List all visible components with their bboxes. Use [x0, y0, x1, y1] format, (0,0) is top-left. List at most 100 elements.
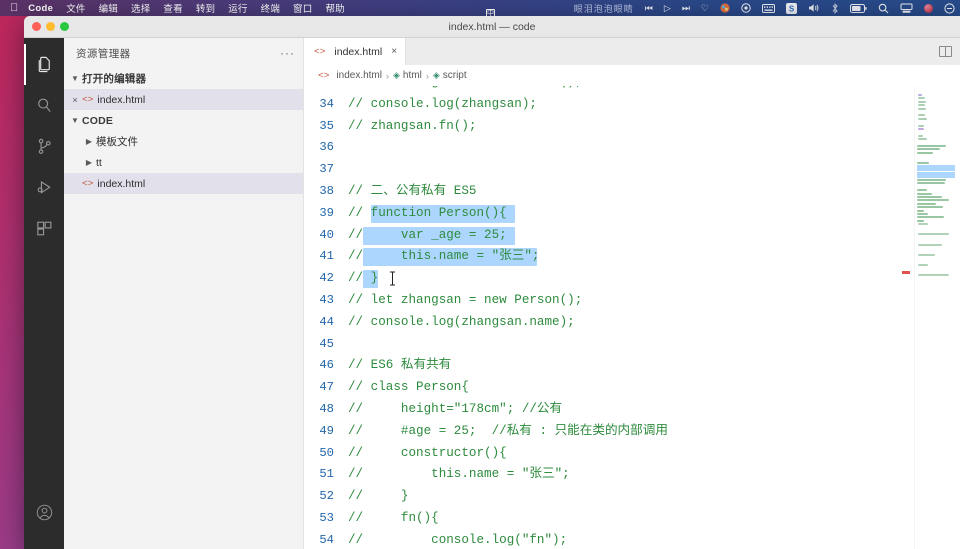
- spotlight-search-icon[interactable]: [878, 2, 889, 14]
- activity-bar: [24, 38, 64, 549]
- tree-item-file-index-html[interactable]: <> index.html: [64, 173, 303, 194]
- menubar-item-selection[interactable]: 选择: [131, 1, 150, 15]
- code-line[interactable]: 47 // class Person{: [304, 377, 900, 399]
- code-viewport[interactable]: 33// let zhangsan = new Person();34// co…: [304, 86, 900, 549]
- code-text[interactable]: // function Person(){: [348, 203, 515, 225]
- menubar-app-name[interactable]: Code: [28, 3, 53, 14]
- prev-track-icon[interactable]: ⏮: [645, 2, 653, 14]
- minimap[interactable]: [914, 86, 960, 549]
- code-line[interactable]: 49 // #age = 25; //私有 : 只能在类的内部调用: [304, 421, 900, 443]
- code-line[interactable]: 51 // this.name = "张三";: [304, 464, 900, 486]
- activitybar-item-account[interactable]: [24, 492, 64, 533]
- code-line[interactable]: 33// let zhangsan = new Person();: [304, 86, 900, 94]
- code-text[interactable]: // this.name = "张三";: [348, 464, 570, 486]
- code-editor[interactable]: 33// let zhangsan = new Person();34// co…: [304, 86, 960, 549]
- heart-icon[interactable]: ♡: [701, 2, 709, 14]
- activitybar-item-explorer[interactable]: [24, 44, 64, 85]
- close-editor-icon[interactable]: ×: [68, 95, 82, 105]
- code-line[interactable]: 39 // function Person(){: [304, 203, 900, 225]
- code-text[interactable]: // class Person{: [348, 377, 469, 399]
- code-line[interactable]: 43 // let zhangsan = new Person();: [304, 290, 900, 312]
- chevron-right-icon: ▶: [85, 158, 93, 167]
- code-text[interactable]: // }: [348, 268, 395, 290]
- screen-record-icon[interactable]: [741, 2, 751, 14]
- code-text[interactable]: // fn(){: [348, 508, 439, 530]
- display-icon[interactable]: [900, 2, 913, 14]
- explorer-more-actions-icon[interactable]: ···: [280, 47, 295, 59]
- split-editor-icon[interactable]: [939, 46, 952, 57]
- sogou-input-icon[interactable]: S: [786, 2, 797, 14]
- code-text[interactable]: // ES6 私有共有: [348, 355, 451, 377]
- minimap-line: [918, 233, 949, 236]
- activitybar-item-extensions[interactable]: [24, 208, 64, 249]
- tree-item-folder-templates[interactable]: ▶ 模板文件: [64, 131, 303, 152]
- code-line[interactable]: 52 // }: [304, 486, 900, 508]
- code-text[interactable]: // var _age = 25;: [348, 225, 515, 247]
- section-open-editors[interactable]: ▼ 打开的编辑器: [64, 68, 303, 89]
- bluetooth-icon[interactable]: [831, 2, 839, 14]
- code-line[interactable]: 38 // 二、公有私有 ES5: [304, 181, 900, 203]
- html-file-icon: <>: [318, 70, 330, 81]
- menubar-item-window[interactable]: 窗口: [293, 1, 312, 15]
- activitybar-item-source-control[interactable]: [24, 126, 64, 167]
- tab-index-html[interactable]: <> index.html ×: [304, 38, 407, 65]
- music-app-icon[interactable]: [720, 2, 730, 14]
- editor-scrollbar-decorations[interactable]: [900, 86, 914, 549]
- tree-item-folder-tt[interactable]: ▶ tt: [64, 152, 303, 173]
- next-track-icon[interactable]: ⏭: [682, 2, 690, 14]
- menubar-item-terminal[interactable]: 终端: [261, 1, 280, 15]
- activitybar-item-search[interactable]: [24, 85, 64, 126]
- breadcrumb-item-html[interactable]: ◈ html: [393, 70, 422, 81]
- play-icon[interactable]: ▷: [664, 2, 671, 14]
- code-text[interactable]: // let zhangsan = new Person();: [348, 86, 582, 94]
- breadcrumb-item-script[interactable]: ◈ script: [433, 70, 467, 81]
- code-text[interactable]: // constructor(){: [348, 443, 507, 465]
- code-text[interactable]: // console.log(zhangsan.name);: [348, 312, 575, 334]
- code-text[interactable]: // console.log(zhangsan);: [348, 94, 537, 116]
- code-line[interactable]: 46 // ES6 私有共有: [304, 355, 900, 377]
- battery-icon[interactable]: [850, 2, 867, 14]
- code-line[interactable]: 42 // }: [304, 268, 900, 290]
- code-line[interactable]: 48 // height="178cm"; //公有: [304, 399, 900, 421]
- code-lines[interactable]: 33// let zhangsan = new Person();34// co…: [304, 86, 900, 549]
- code-text[interactable]: // console.log("fn");: [348, 530, 567, 549]
- breadcrumb-item-file[interactable]: <> index.html: [318, 70, 382, 81]
- code-line[interactable]: 40 // var _age = 25;: [304, 225, 900, 247]
- menubar-item-help[interactable]: 帮助: [325, 1, 344, 15]
- section-workspace[interactable]: ▼ CODE: [64, 110, 303, 131]
- code-line[interactable]: 35 // zhangsan.fn();: [304, 116, 900, 138]
- do-not-disturb-icon[interactable]: [944, 2, 955, 14]
- apple-logo-icon[interactable]: : [10, 2, 18, 14]
- window-titlebar: index.html — code: [24, 16, 960, 38]
- control-center-icon[interactable]: [924, 2, 933, 14]
- code-line[interactable]: 34 // console.log(zhangsan);: [304, 94, 900, 116]
- code-text[interactable]: // height="178cm"; //公有: [348, 399, 562, 421]
- minimap-line: [918, 134, 923, 137]
- menubar-item-view[interactable]: 查看: [163, 1, 182, 15]
- code-text[interactable]: // 二、公有私有 ES5: [348, 181, 476, 203]
- code-line[interactable]: 53 // fn(){: [304, 508, 900, 530]
- code-line[interactable]: 44 // console.log(zhangsan.name);: [304, 312, 900, 334]
- tab-close-icon[interactable]: ×: [391, 46, 397, 57]
- code-text[interactable]: // zhangsan.fn();: [348, 116, 476, 138]
- explorer-sidebar: 资源管理器 ··· ▼ 打开的编辑器 × <> index.html ▼ COD…: [64, 38, 304, 549]
- code-line[interactable]: 50 // constructor(){: [304, 443, 900, 465]
- menubar-item-edit[interactable]: 编辑: [99, 1, 118, 15]
- open-editor-item-index-html[interactable]: × <> index.html: [64, 89, 303, 110]
- code-text[interactable]: // }: [348, 486, 408, 508]
- minimap-line: [917, 151, 933, 154]
- code-text[interactable]: // #age = 25; //私有 : 只能在类的内部调用: [348, 421, 668, 443]
- volume-icon[interactable]: [808, 2, 820, 14]
- code-line[interactable]: 37: [304, 159, 900, 181]
- keyboard-icon[interactable]: [762, 2, 775, 14]
- menubar-item-run[interactable]: 运行: [228, 1, 247, 15]
- menubar-item-go[interactable]: 转到: [196, 1, 215, 15]
- code-line[interactable]: 36: [304, 137, 900, 159]
- menubar-item-file[interactable]: 文件: [66, 1, 85, 15]
- code-text[interactable]: // let zhangsan = new Person();: [348, 290, 582, 312]
- code-line[interactable]: 45: [304, 334, 900, 356]
- activitybar-item-run-and-debug[interactable]: [24, 167, 64, 208]
- code-text[interactable]: // this.name = "张三";: [348, 246, 539, 268]
- code-line[interactable]: 41 // this.name = "张三";: [304, 246, 900, 268]
- code-line[interactable]: 54 // console.log("fn");: [304, 530, 900, 549]
